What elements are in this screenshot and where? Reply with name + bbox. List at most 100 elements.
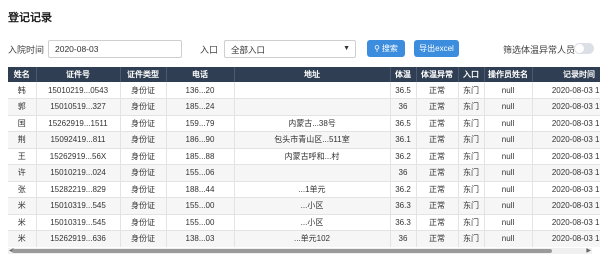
- toggle-knob: [575, 44, 584, 53]
- export-button-label: 导出excel: [419, 44, 454, 53]
- table-row[interactable]: 荆 15092419...811 身份证 186...90 包头市青山区...511室 3…: [8, 131, 600, 149]
- cell-temp: 36.5: [390, 115, 417, 132]
- cell-operator: null: [484, 82, 533, 99]
- cell-time: 2020-08-03 15:: [532, 164, 600, 182]
- scrollbar-thumb[interactable]: [12, 249, 552, 253]
- table-row[interactable]: 米 15010319...545 身份证 155...00 ...小区 36.3 正常 东门 n…: [8, 197, 600, 215]
- cell-id-type: 身份证: [120, 131, 167, 149]
- cell-temp: 36.5: [390, 82, 417, 99]
- col-header: 电话: [166, 67, 235, 82]
- cell-abnormal: 正常: [416, 214, 459, 231]
- table-row[interactable]: 王 15262919...56X 身份证 185...88 内蒙古呼和...村 36.2 正…: [8, 148, 600, 165]
- date-input[interactable]: 2020-08-03: [48, 40, 182, 58]
- cell-phone: 155...00: [166, 197, 235, 215]
- cell-entrance: 东门: [458, 148, 485, 165]
- col-header: 入口: [458, 67, 485, 82]
- cell-name: 王: [8, 148, 37, 165]
- entrance-selected-value: 全部入口: [231, 45, 266, 55]
- cell-phone: 138...03: [166, 230, 235, 247]
- cell-operator: null: [484, 181, 533, 198]
- table-row[interactable]: 韩 15010219...0543 身份证 136...20 36.5 正常 东门 null 2…: [8, 82, 600, 99]
- cell-phone: 155...06: [166, 164, 235, 182]
- abnormal-temp-toggle[interactable]: [574, 43, 594, 54]
- scroll-right-icon[interactable]: ▶: [586, 247, 591, 254]
- cell-name: 米: [8, 197, 37, 215]
- cell-temp: 36.2: [390, 148, 417, 165]
- cell-entrance: 东门: [458, 115, 485, 132]
- cell-name: 韩: [8, 82, 37, 99]
- date-label: 入院时间: [8, 45, 45, 55]
- cell-temp: 36: [390, 98, 417, 116]
- cell-name: 国: [8, 115, 37, 132]
- cell-name: 米: [8, 214, 37, 231]
- cell-temp: 36.3: [390, 197, 417, 215]
- cell-id: 15010319...545: [36, 197, 121, 215]
- cell-operator: null: [484, 197, 533, 215]
- entrance-label: 入口: [200, 45, 219, 55]
- cell-entrance: 东门: [458, 214, 485, 231]
- cell-temp: 36: [390, 164, 417, 182]
- page-title: 登记记录: [8, 12, 52, 24]
- export-excel-button[interactable]: 导出excel: [414, 40, 459, 57]
- col-header: 姓名: [8, 67, 37, 82]
- col-header: 证件号: [36, 67, 121, 82]
- search-button[interactable]: ⚲ 搜索: [367, 40, 405, 57]
- cell-abnormal: 正常: [416, 197, 459, 215]
- cell-temp: 36.3: [390, 214, 417, 231]
- cell-entrance: 东门: [458, 164, 485, 182]
- table-row[interactable]: 米 15010319...545 身份证 155...00 ...小区 36.3 正常 东门 n…: [8, 214, 600, 231]
- cell-abnormal: 正常: [416, 230, 459, 247]
- col-header: 地址: [234, 67, 391, 82]
- entrance-select[interactable]: 全部入口 ▼: [224, 40, 356, 58]
- cell-phone: 185...24: [166, 98, 235, 116]
- cell-time: 2020-08-03 15:: [532, 131, 600, 149]
- table-row[interactable]: 国 15262919...1511 身份证 159...79 内蒙古...38号 36.5…: [8, 115, 600, 132]
- cell-phone: 136...20: [166, 82, 235, 99]
- cell-time: 2020-08-03 15:: [532, 115, 600, 132]
- cell-operator: null: [484, 164, 533, 182]
- cell-abnormal: 正常: [416, 131, 459, 149]
- cell-time: 2020-08-03 15:: [532, 148, 600, 165]
- cell-temp: 36: [390, 230, 417, 247]
- col-header: 证件类型: [120, 67, 167, 82]
- cell-abnormal: 正常: [416, 115, 459, 132]
- search-button-label: 搜索: [381, 44, 398, 53]
- records-table-container: 姓名 证件号 证件类型 电话 地址 体温 体温异常 入口 操作员姓名 记录时间 …: [8, 67, 600, 247]
- cell-id-type: 身份证: [120, 164, 167, 182]
- cell-phone: 159...79: [166, 115, 235, 132]
- cell-address: [234, 164, 391, 182]
- cell-id: 15010219...0543: [36, 82, 121, 99]
- table-row[interactable]: 张 15282219...829 身份证 188...44 ...1单元 36.2 正常 东门…: [8, 181, 600, 198]
- cell-id: 15262919...1511: [36, 115, 121, 132]
- cell-id: 15010519...327: [36, 98, 121, 116]
- table-row[interactable]: 郭 15010519...327 身份证 185...24 36 正常 东门 null 2020…: [8, 98, 600, 116]
- cell-address: ...小区: [234, 214, 391, 231]
- cell-entrance: 东门: [458, 131, 485, 149]
- cell-name: 米: [8, 230, 37, 247]
- cell-name: 许: [8, 164, 37, 182]
- cell-temp: 36.1: [390, 131, 417, 149]
- cell-abnormal: 正常: [416, 148, 459, 165]
- cell-address: [234, 98, 391, 116]
- cell-abnormal: 正常: [416, 164, 459, 182]
- cell-time: 2020-08-03 15:: [532, 98, 600, 116]
- horizontal-scrollbar[interactable]: ◀ ▶: [8, 248, 592, 254]
- cell-id: 15010219...024: [36, 164, 121, 182]
- cell-entrance: 东门: [458, 230, 485, 247]
- cell-time: 2020-08-03 15:: [532, 181, 600, 198]
- cell-id-type: 身份证: [120, 181, 167, 198]
- cell-id-type: 身份证: [120, 230, 167, 247]
- cell-entrance: 东门: [458, 181, 485, 198]
- table-row[interactable]: 许 15010219...024 身份证 155...06 36 正常 东门 null 2020…: [8, 164, 600, 182]
- cell-address: [234, 82, 391, 99]
- table-row[interactable]: 米 15262919...636 身份证 138...03 ...单元102 36 正常 东门…: [8, 230, 600, 247]
- cell-entrance: 东门: [458, 82, 485, 99]
- cell-id: 15262919...636: [36, 230, 121, 247]
- cell-id-type: 身份证: [120, 214, 167, 231]
- toggle-label: 筛选体温异常人员: [503, 45, 576, 55]
- cell-address: ...单元102: [234, 230, 391, 247]
- records-table: 姓名 证件号 证件类型 电话 地址 体温 体温异常 入口 操作员姓名 记录时间 …: [8, 67, 600, 247]
- cell-id: 15262919...56X: [36, 148, 121, 165]
- cell-phone: 155...00: [166, 214, 235, 231]
- col-header: 体温异常: [416, 67, 459, 82]
